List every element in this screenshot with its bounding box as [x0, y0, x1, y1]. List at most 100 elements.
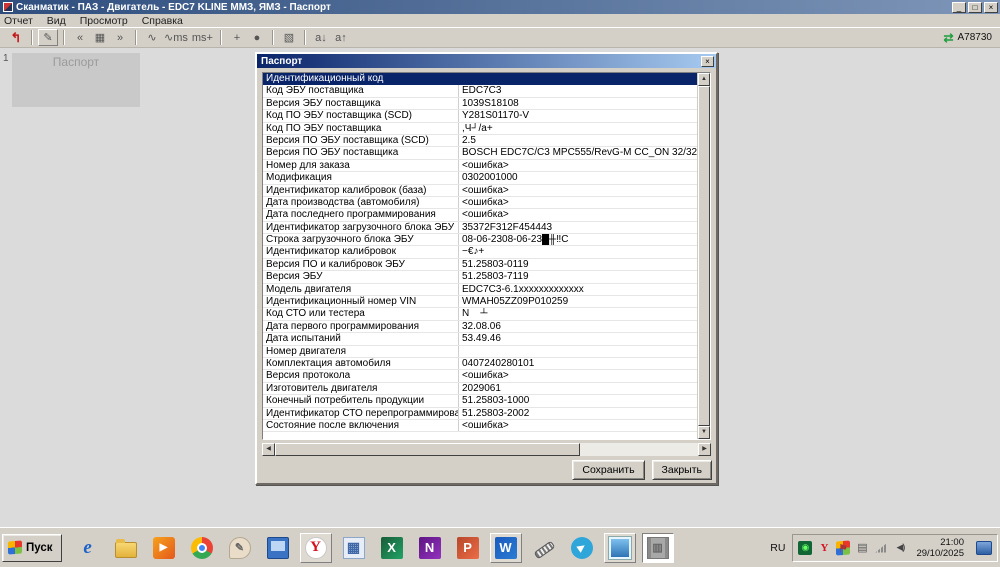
table-row[interactable]: Изготовитель двигателя 2029061: [263, 383, 697, 395]
close-button[interactable]: ×: [984, 2, 998, 13]
table-row[interactable]: Версия ПО ЭБУ поставщика BOSCH EDC7C/C3 …: [263, 147, 697, 159]
yandex-browser-button[interactable]: Y: [300, 533, 332, 563]
security-flag-icon[interactable]: ⚑: [836, 540, 850, 555]
table-row[interactable]: Идентификационный номер VIN WMAH05ZZ09P0…: [263, 296, 697, 308]
table-row[interactable]: Состояние после включения <ошибка>: [263, 420, 697, 432]
calculator-button[interactable]: ▦: [338, 533, 370, 563]
scanner-app-button[interactable]: ▥: [642, 533, 674, 563]
restore-button[interactable]: □: [968, 2, 982, 13]
photos-button[interactable]: [604, 533, 636, 563]
menu-help[interactable]: Справка: [142, 15, 183, 27]
table-row[interactable]: Дата последнего программирования <ошибка…: [263, 209, 697, 221]
table-row[interactable]: Версия ПО и калибровок ЭБУ 51.25803-0119: [263, 259, 697, 271]
table-row[interactable]: Идентификатор калибровок (база) <ошибка>: [263, 185, 697, 197]
page-list-button[interactable]: ▦: [90, 29, 110, 46]
excel-button[interactable]: X: [376, 533, 408, 563]
toolbar-separator: [135, 30, 137, 45]
table-row[interactable]: Код ПО ЭБУ поставщика (SCD) Y281S01170-V: [263, 110, 697, 122]
vertical-scrollbar[interactable]: ▲ ▼: [697, 73, 710, 439]
explorer-button[interactable]: [110, 533, 142, 563]
table-row[interactable]: Идентификатор загрузочного блока ЭБУ 353…: [263, 222, 697, 234]
powerpoint-button[interactable]: P: [452, 533, 484, 563]
table-row[interactable]: Версия ЭБУ 51.25803-7119: [263, 271, 697, 283]
table-row[interactable]: Дата первого программирования 32.08.06: [263, 321, 697, 333]
language-indicator[interactable]: RU: [763, 542, 792, 554]
table-row[interactable]: Конечный потребитель продукции 51.25803-…: [263, 395, 697, 407]
table-row[interactable]: Номер для заказа <ошибка>: [263, 160, 697, 172]
dialog-close-icon[interactable]: ×: [701, 56, 714, 67]
table-row[interactable]: Номер двигателя: [263, 346, 697, 358]
explorer-icon: [115, 542, 137, 558]
save-button[interactable]: Сохранить: [572, 460, 644, 480]
start-label: Пуск: [26, 542, 53, 554]
word-button[interactable]: W: [490, 533, 522, 563]
scroll-down-icon[interactable]: ▼: [698, 426, 710, 439]
graph-ms-button[interactable]: ∿ms: [162, 29, 190, 46]
table-row[interactable]: Код СТО или тестера N ┴: [263, 308, 697, 320]
param-value: [459, 346, 697, 357]
onenote-button[interactable]: N: [414, 533, 446, 563]
horizontal-scroll-thumb[interactable]: [275, 443, 580, 456]
table-row[interactable]: Дата производства (автомобиля) <ошибка>: [263, 197, 697, 209]
table-row[interactable]: Версия ЭБУ поставщика 1039S18108: [263, 98, 697, 110]
minimize-button[interactable]: _: [952, 2, 966, 13]
page-thumbnail[interactable]: Паспорт: [12, 53, 140, 107]
pin-button[interactable]: +: [227, 29, 247, 46]
menu-report[interactable]: Отчет: [4, 15, 33, 27]
telegram-button[interactable]: ▶: [566, 533, 598, 563]
vertical-scroll-thumb[interactable]: [698, 86, 710, 426]
menu-view[interactable]: Вид: [47, 15, 66, 27]
windows-flag-icon: [8, 541, 22, 555]
table-row[interactable]: Дата испытаний 53.49.46: [263, 333, 697, 345]
font-larger-button[interactable]: a↑: [331, 29, 351, 46]
display-settings-button[interactable]: [262, 533, 294, 563]
record-button[interactable]: ●: [247, 29, 267, 46]
table-row[interactable]: Идентификатор калибровок −€♪+: [263, 246, 697, 258]
prev-page-button[interactable]: «: [70, 29, 90, 46]
graph-button[interactable]: ∿: [142, 29, 162, 46]
graph-ms-plus-button[interactable]: ms+: [190, 29, 215, 46]
menu-preview[interactable]: Просмотр: [80, 15, 128, 27]
param-label: Идентификатор загрузочного блока ЭБУ: [263, 222, 459, 233]
start-button[interactable]: Пуск: [2, 534, 62, 562]
snapshot-button[interactable]: ▧: [279, 29, 299, 46]
table-row[interactable]: Идентификационный код: [263, 73, 697, 85]
adapter-button[interactable]: [528, 533, 560, 563]
scroll-right-icon[interactable]: ▶: [698, 443, 711, 456]
paint-button[interactable]: ✎: [224, 533, 256, 563]
ie-button[interactable]: e: [72, 533, 104, 563]
dialog-close-button[interactable]: Закрыть: [652, 460, 712, 480]
table-row[interactable]: Модификация 0302001000: [263, 172, 697, 184]
dialog-titlebar[interactable]: Паспорт ×: [257, 54, 716, 68]
media-player-button[interactable]: ▶: [148, 533, 180, 563]
toolbar-separator: [63, 30, 65, 45]
volume-icon[interactable]: ◀): [893, 541, 907, 555]
param-label: Конечный потребитель продукции: [263, 395, 459, 406]
table-row[interactable]: Версия ПО ЭБУ поставщика (SCD) 2.5: [263, 135, 697, 147]
table-row[interactable]: Идентификатор СТО перепрограммирования 5…: [263, 408, 697, 420]
table-row[interactable]: Код ЭБУ поставщика EDC7C3: [263, 85, 697, 97]
app-icon: [3, 2, 13, 12]
horizontal-scrollbar[interactable]: ◀ ▶: [262, 443, 711, 456]
font-smaller-button[interactable]: a↓: [311, 29, 331, 46]
scroll-up-icon[interactable]: ▲: [698, 73, 710, 86]
table-row[interactable]: Модель двигателя EDC7C3-6.1xxxxxxxxxxxxx: [263, 284, 697, 296]
table-row[interactable]: Код ПО ЭБУ поставщика ,Ч┘/a+: [263, 123, 697, 135]
yandex-tray-icon[interactable]: Y: [817, 541, 831, 555]
table-row[interactable]: Строка загрузочного блока ЭБУ 08-06-2308…: [263, 234, 697, 246]
table-row[interactable]: Комплектация автомобиля 0407240280101: [263, 358, 697, 370]
exit-button[interactable]: ↰: [6, 29, 26, 46]
show-desktop-icon[interactable]: [976, 541, 992, 555]
report-edit-button[interactable]: ✎: [38, 29, 58, 46]
gpu-tray-icon[interactable]: ◉: [798, 541, 812, 555]
word-icon: W: [495, 537, 517, 559]
param-label: Номер двигателя: [263, 346, 459, 357]
tray-time: 21:00: [916, 537, 964, 548]
network-signal-icon[interactable]: [874, 541, 888, 555]
table-row[interactable]: Версия протокола <ошибка>: [263, 370, 697, 382]
next-page-button[interactable]: »: [110, 29, 130, 46]
scroll-left-icon[interactable]: ◀: [262, 443, 275, 456]
photos-icon: [609, 537, 631, 559]
clipboard-tray-icon[interactable]: ▤: [855, 541, 869, 555]
chrome-button[interactable]: [186, 533, 218, 563]
